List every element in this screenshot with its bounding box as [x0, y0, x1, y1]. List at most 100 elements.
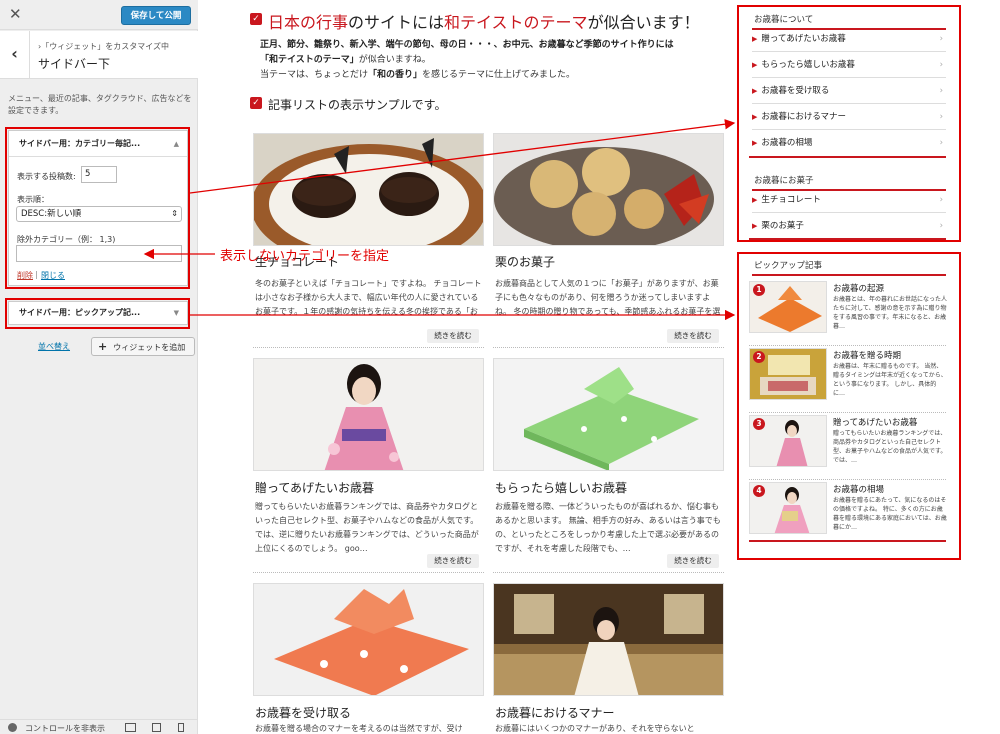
add-widget-button[interactable]: + ウィジェットを追加 [91, 337, 195, 356]
category-link[interactable]: ▶ お歳暮を受け取る › [752, 79, 946, 104]
tablet-preview-icon[interactable] [152, 723, 161, 732]
rank-badge: 2 [753, 351, 765, 363]
pickup-item[interactable]: 2 お歳暮を贈る時期 お歳暮は、年末に贈るものです。 当然、贈るタイミングは年末… [749, 348, 947, 413]
post-card: 贈ってあげたいお歳暮 贈ってもらいたいお歳暮ランキングでは、商品券やカタログとい… [253, 358, 484, 573]
category-link-label: お歳暮の相場 [761, 138, 813, 148]
post-thumbnail-green-wrap[interactable] [493, 358, 724, 471]
category-link[interactable]: ▶ 栗のお菓子 › [752, 214, 946, 239]
card-divider [253, 347, 484, 348]
post-thumbnail-kimono[interactable] [253, 358, 484, 471]
category-link[interactable]: ▶ もらったら嬉しいお歳暮 › [752, 53, 946, 78]
pickup-title: お歳暮を贈る時期 [833, 351, 902, 361]
category-link-label: お歳暮を受け取る [761, 86, 830, 96]
category-link-label: 生チョコレート [761, 195, 821, 205]
pickup-excerpt: お歳暮は、年末に贈るものです。 当然、贈るタイミングは年末が近くなってから、とい… [833, 363, 947, 397]
post-excerpt: お歳暮商品として人気の１つに「お菓子」がありますが、お菓子にも色々なものがあり、… [495, 279, 721, 316]
category-link[interactable]: ▶ お歳暮の相場 › [752, 131, 946, 156]
pickup-item[interactable]: 3 贈ってあげたいお歳暮 贈ってもらいたいお歳暮ランキングでは、商品券やカタログ… [749, 415, 947, 480]
checkbox-icon: ✓ [250, 13, 262, 25]
post-thumbnail-orange-wrap[interactable] [253, 583, 484, 696]
pickup-divider [749, 412, 946, 413]
publish-button[interactable]: 保存して公開 [121, 6, 191, 25]
intro-text: 正月、節分、雛祭り、新入学、端午の節句、母の日・・・、お中元、お歳暮など季節のサ… [260, 38, 730, 83]
post-thumbnail-chestnut[interactable] [493, 133, 724, 246]
bullet-icon: ▶ [752, 113, 758, 121]
card-divider [493, 347, 724, 348]
chevron-right-icon: › [939, 195, 943, 205]
pickup-excerpt: お歳暮を贈るにあたって、気になるのはその価格ですよね。 特に、多くの方にお歳暮を… [833, 497, 947, 531]
bullet-icon: ▶ [752, 87, 758, 95]
annotation-label: 表示しないカテゴリーを指定 [220, 249, 390, 264]
page-heading: 日本の行事のサイトには和テイストのテーマが似合います！ [268, 9, 700, 33]
customizer-panel: ✕ 保存して公開 ‹ ›「ウィジェット」をカスタマイズ中 サイドバー下 メニュー… [0, 0, 198, 734]
bullet-icon: ▶ [752, 35, 758, 43]
pickup-excerpt: 贈ってもらいたいお歳暮ランキングでは、商品券やカタログといった自己セレクト型、お… [833, 430, 947, 464]
category-link-label: 贈ってあげたいお歳暮 [761, 34, 846, 44]
pickup-item[interactable]: 4 お歳暮の相場 お歳暮を贈るにあたって、気になるのはその価格ですよね。 特に、… [749, 482, 947, 542]
category-link[interactable]: ▶ 贈ってあげたいお歳暮 › [752, 27, 946, 52]
section-header: ‹ ›「ウィジェット」をカスタマイズ中 サイドバー下 [0, 31, 198, 79]
post-title[interactable]: もらったら嬉しいお歳暮 [495, 479, 627, 496]
intro-line1: 正月、節分、雛祭り、新入学、端午の節句、母の日・・・、お中元、お歳暮など季節のサ… [260, 40, 674, 50]
back-button[interactable]: ‹ [0, 31, 30, 79]
chevron-right-icon: › [939, 138, 943, 148]
checkbox-icon: ✓ [250, 97, 262, 109]
post-card: お歳暮を受け取る お歳暮を贈る場合のマナーを考えるのは当然ですが、受け [253, 583, 484, 734]
heading-part1: 日本の行事 [268, 13, 349, 32]
pickup-excerpt: お歳暮とは、年の暮れにお世話になった人たちに対して、感謝の意を示す為に贈り物をす… [833, 296, 948, 330]
section-end-line [749, 156, 946, 158]
chevron-right-icon: › [939, 112, 943, 122]
post-excerpt: 贈ってもらいたいお歳暮ランキングでは、商品券やカタログといった自己セレクト型、お… [255, 502, 479, 553]
reorder-link[interactable]: 並べ替え [38, 341, 70, 352]
intro-line3-b: を感じるテーマに仕上げてみました。 [422, 70, 576, 80]
pickup-heading: ピックアップ記事 [752, 259, 946, 276]
collapse-label: コントロールを非表示 [25, 724, 105, 733]
heading-part4: が似合います！ [587, 13, 700, 32]
pickup-title: お歳暮の相場 [833, 485, 885, 495]
collapse-icon [8, 723, 17, 732]
widget-actions: 並べ替え + ウィジェットを追加 [8, 337, 195, 357]
post-title[interactable]: 贈ってあげたいお歳暮 [255, 479, 374, 496]
collapse-controls-button[interactable]: コントロールを非表示 [8, 723, 105, 734]
rank-badge: 3 [753, 418, 765, 430]
post-card: 生チョコレート 冬のお菓子といえば「チョコレート」ですよね。 チョコレートは小さ… [253, 133, 484, 348]
chevron-right-icon: › [939, 60, 943, 70]
post-excerpt: お歳暮にはいくつかのマナーがあり、それを守らないと [495, 724, 695, 733]
category-link[interactable]: ▶ お歳暮におけるマナー › [752, 105, 946, 130]
post-thumbnail-chocolate[interactable] [253, 133, 484, 246]
bullet-icon: ▶ [752, 196, 758, 204]
chevron-right-icon: › [939, 221, 943, 231]
post-excerpt: 冬のお菓子といえば「チョコレート」ですよね。 チョコレートは小さなお子様から大人… [255, 279, 482, 316]
post-card: もらったら嬉しいお歳暮 お歳暮を贈る際、一体どういったものが喜ばれるか、悩む事も… [493, 358, 724, 573]
category-link-label: もらったら嬉しいお歳暮 [761, 60, 855, 70]
post-excerpt: お歳暮を贈る場合のマナーを考えるのは当然ですが、受け [255, 724, 463, 733]
intro-line2-red: 「和テイストのテーマ」 [260, 55, 359, 65]
post-title[interactable]: お歳暮を受け取る [255, 704, 351, 721]
chevron-right-icon: › [939, 34, 943, 44]
add-widget-label: ウィジェットを追加 [113, 343, 186, 352]
read-more-button[interactable]: 続きを読む [427, 329, 479, 343]
read-more-button[interactable]: 続きを読む [667, 554, 719, 568]
pickup-item[interactable]: 1 お歳暮の起源 お歳暮とは、年の暮れにお世話になった人たちに対して、感謝の意を… [749, 281, 948, 346]
post-title[interactable]: 栗のお菓子 [495, 253, 555, 270]
section-subheading: 記事リストの表示サンプルです。 [268, 98, 447, 112]
highlight-box-widget1 [5, 127, 190, 289]
bullet-icon: ▶ [752, 222, 758, 230]
heading-part2: のサイトには [348, 13, 445, 32]
intro-line2-rest: が似合いますね。 [358, 55, 431, 65]
post-title[interactable]: お歳暮におけるマナー [495, 704, 615, 721]
read-more-button[interactable]: 続きを読む [427, 554, 479, 568]
section-end-line [749, 540, 946, 542]
mobile-preview-icon[interactable] [178, 723, 184, 732]
post-card: お歳暮におけるマナー お歳暮にはいくつかのマナーがあり、それを守らないと [493, 583, 724, 734]
post-thumbnail-manners[interactable] [493, 583, 724, 696]
read-more-button[interactable]: 続きを読む [667, 329, 719, 343]
chevron-right-icon: › [939, 86, 943, 96]
desktop-preview-icon[interactable] [125, 723, 136, 732]
category-link-label: お歳暮におけるマナー [761, 112, 847, 122]
category-link[interactable]: ▶ 生チョコレート › [752, 188, 946, 213]
pickup-title: お歳暮の起源 [833, 284, 885, 294]
plus-icon: + [98, 340, 108, 353]
customizer-footer: コントロールを非表示 [0, 719, 198, 734]
close-icon[interactable]: ✕ [9, 5, 22, 23]
